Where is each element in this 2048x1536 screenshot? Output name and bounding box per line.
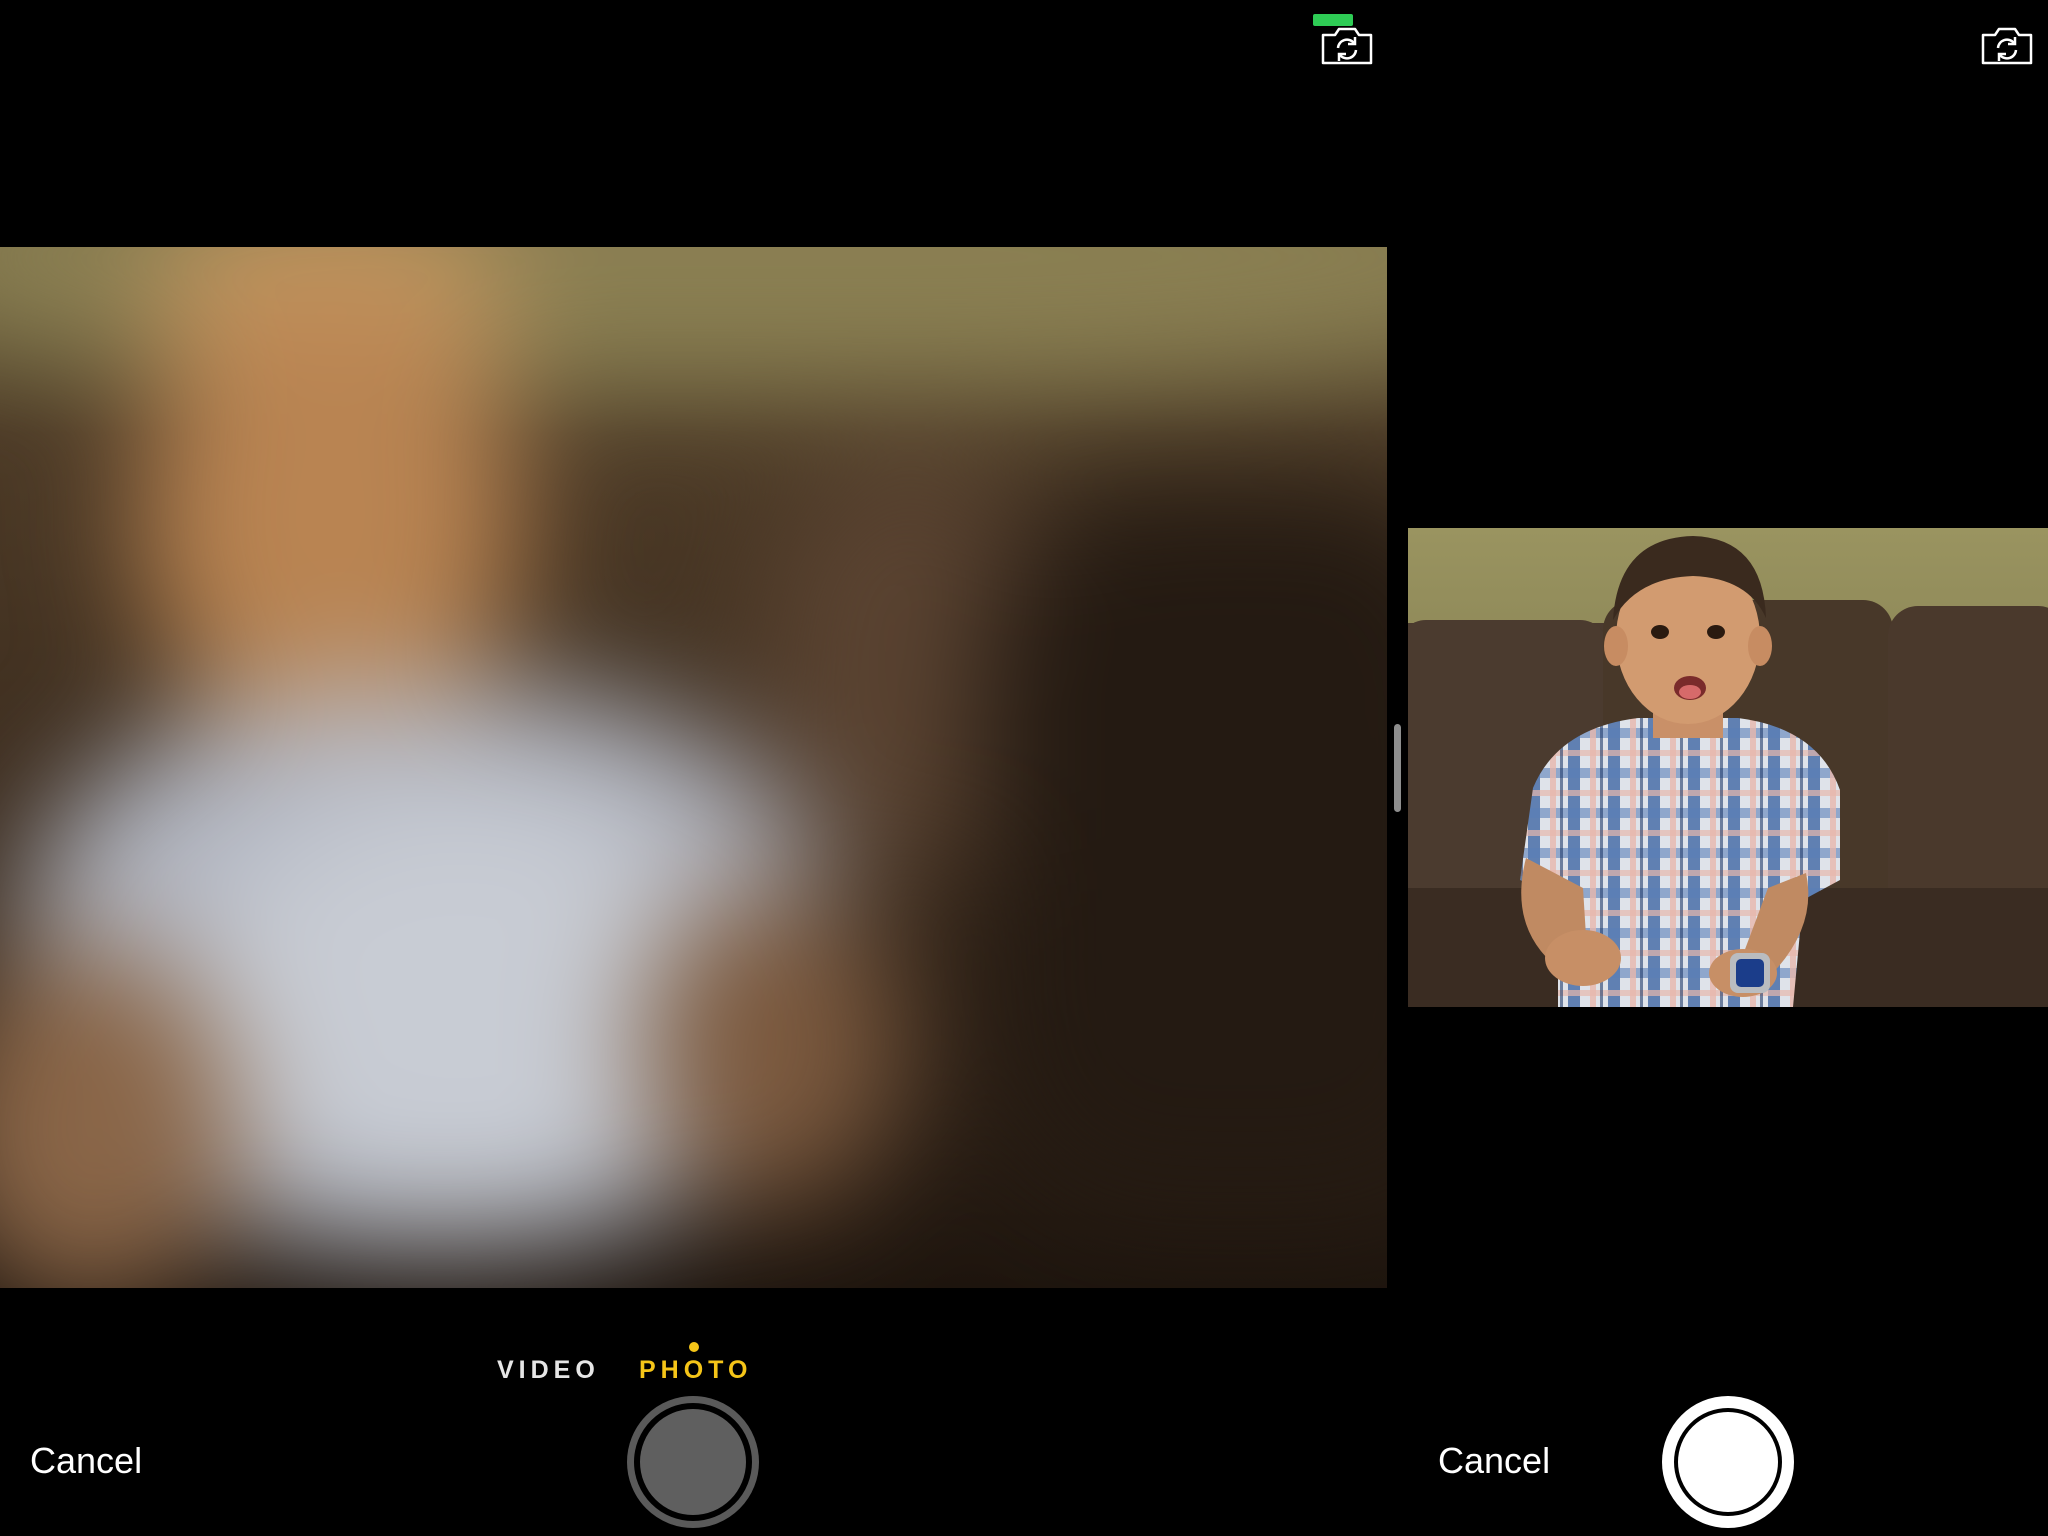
camera-preview-image <box>1408 528 2048 1007</box>
right-camera-pane: Cancel <box>1408 0 2048 1536</box>
camera-flip-button[interactable] <box>1319 25 1375 67</box>
cancel-button[interactable]: Cancel <box>1438 1440 1550 1482</box>
camera-flip-button[interactable] <box>1979 25 2035 67</box>
shutter-inner <box>640 1409 746 1515</box>
camera-flip-icon <box>1981 27 2033 65</box>
camera-mode-switcher: VIDEO PHOTO <box>480 1342 770 1385</box>
mode-photo[interactable]: PHOTO <box>639 1356 752 1385</box>
camera-flip-icon <box>1321 27 1373 65</box>
split-view-divider <box>1387 0 1408 1536</box>
left-camera-pane: VIDEO PHOTO Cancel <box>0 0 1387 1536</box>
split-view-resize-handle[interactable] <box>1394 724 1401 812</box>
camera-preview-blurred <box>0 247 1387 1288</box>
shutter-button-disabled[interactable] <box>627 1396 759 1528</box>
camera-preview <box>1408 528 2048 1007</box>
mode-video[interactable]: VIDEO <box>497 1356 600 1385</box>
shutter-inner <box>1674 1408 1782 1516</box>
cancel-button[interactable]: Cancel <box>30 1440 142 1482</box>
shutter-button[interactable] <box>1662 1396 1794 1528</box>
split-view-screen: VIDEO PHOTO Cancel Cancel <box>0 0 2048 1536</box>
selected-mode-dot <box>689 1342 699 1352</box>
